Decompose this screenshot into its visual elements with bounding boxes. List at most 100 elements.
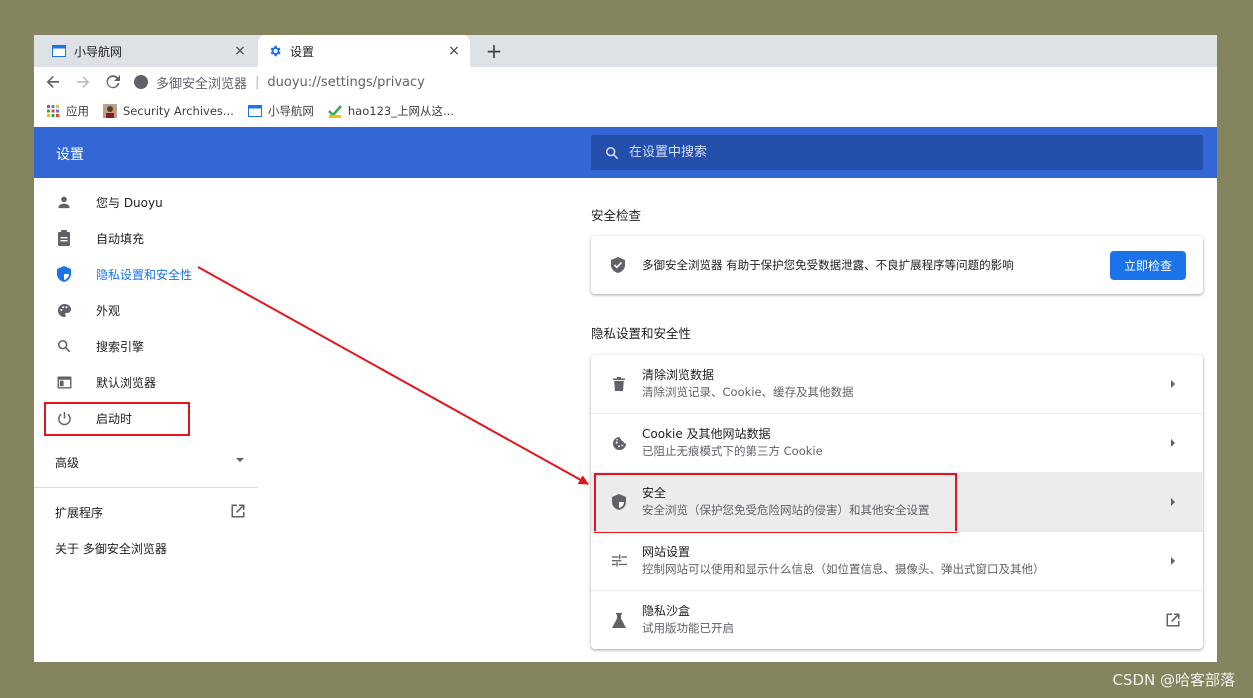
chevron-right-icon [1165,497,1181,507]
settings-search[interactable] [591,135,1203,170]
bookmark-apps[interactable]: 应用 [46,103,89,119]
row-title: Cookie 及其他网站数据 [642,427,771,441]
cookie-icon [611,435,627,451]
avatar-icon [103,104,117,118]
sidebar-item-label: 您与 Duoyu [96,195,163,210]
tab-settings[interactable]: 设置 × [258,35,470,67]
row-text: 隐私沙盒 试用版功能已开启 [642,603,1165,637]
row-clear-browsing-data[interactable]: 清除浏览数据 清除浏览记录、Cookie、缓存及其他数据 [591,355,1203,413]
address-bar[interactable]: 多御安全浏览器 | duoyu://settings/privacy [134,73,425,92]
watermark: CSDN @哈客部落 [1112,671,1235,689]
sidebar-item-label: 搜索引擎 [96,339,145,354]
sliders-icon [611,553,627,569]
browser-icon [56,374,72,390]
bookmark-hao123[interactable]: hao123_上网从这... [327,103,454,119]
safety-check-row: 多御安全浏览器 有助于保护您免受数据泄露、不良扩展程序等问题的影响 立即检查 [591,236,1203,294]
sidebar-item-default-browser[interactable]: 默认浏览器 [34,364,258,400]
sidebar-extensions-label: 扩展程序 [55,506,104,520]
settings-header: 设置 [34,127,1217,178]
flask-icon [611,612,627,628]
row-subtitle: 控制网站可以使用和显示什么信息（如位置信息、摄像头、弹出式窗口及其他） [642,562,1045,576]
caret-down-icon [235,454,245,471]
close-icon[interactable]: × [232,43,248,59]
row-text: 网站设置 控制网站可以使用和显示什么信息（如位置信息、摄像头、弹出式窗口及其他） [642,544,1165,578]
bookmark-label: Security Archives... [123,104,234,118]
safety-check-card: 多御安全浏览器 有助于保护您免受数据泄露、不良扩展程序等问题的影响 立即检查 [591,236,1203,294]
sidebar-item-label: 隐私设置和安全性 [96,267,193,282]
reload-icon[interactable] [102,71,124,93]
sidebar-divider [34,487,258,488]
sidebar-item-label: 默认浏览器 [96,375,157,390]
sidebar-item-you-and-duoyu[interactable]: 您与 Duoyu [34,184,258,220]
open-in-new-icon [231,504,245,521]
hao123-icon [327,104,342,118]
tab-label: 小导航网 [74,44,123,59]
page-title: 设置 [56,147,84,163]
browser-window: 小导航网 × 设置 × + 多御安全浏览器 | duoyu://settings… [34,35,1217,662]
chevron-right-icon [1165,438,1181,448]
bookmark-label: hao123_上网从这... [347,104,454,118]
privacy-section-title: 隐私设置和安全性 [591,326,692,341]
sidebar: 您与 Duoyu 自动填充 隐私设置和安全性 外观 搜索引擎 默认浏览器 启动时… [34,178,258,662]
chevron-right-icon [1165,556,1181,566]
tab-strip: 小导航网 × 设置 × + [34,35,1217,67]
search-icon [56,338,72,354]
row-text: 清除浏览数据 清除浏览记录、Cookie、缓存及其他数据 [642,367,1165,401]
page-icon [52,44,66,58]
row-title: 清除浏览数据 [642,368,715,382]
search-input[interactable] [627,144,1171,161]
row-subtitle: 清除浏览记录、Cookie、缓存及其他数据 [642,385,854,399]
row-subtitle: 已阻止无痕模式下的第三方 Cookie [642,444,823,458]
open-in-new-icon [1165,613,1181,627]
sidebar-advanced[interactable]: 高级 [55,454,245,471]
check-now-button[interactable]: 立即检查 [1110,250,1186,280]
row-site-settings[interactable]: 网站设置 控制网站可以使用和显示什么信息（如位置信息、摄像头、弹出式窗口及其他） [591,531,1203,590]
sidebar-item-appearance[interactable]: 外观 [34,292,258,328]
shield-icon [56,266,72,282]
sidebar-item-label: 外观 [96,303,121,318]
row-cookies[interactable]: Cookie 及其他网站数据 已阻止无痕模式下的第三方 Cookie [591,413,1203,472]
annotation-highlight-box [44,402,190,436]
row-title: 网站设置 [642,545,691,559]
tab-label: 设置 [290,44,315,59]
sidebar-item-privacy[interactable]: 隐私设置和安全性 [34,256,258,292]
privacy-card: 清除浏览数据 清除浏览记录、Cookie、缓存及其他数据 Cookie 及其他网… [591,355,1203,649]
sidebar-item-search-engine[interactable]: 搜索引擎 [34,328,258,364]
back-icon[interactable] [42,71,64,93]
sidebar-item-label: 自动填充 [96,231,145,246]
annotation-highlight-box [594,473,957,533]
page-icon [247,104,262,118]
palette-icon [56,302,72,318]
sidebar-item-autofill[interactable]: 自动填充 [34,220,258,256]
chevron-right-icon [1165,379,1181,389]
sidebar-extensions[interactable]: 扩展程序 [55,504,245,521]
toolbar: 多御安全浏览器 | duoyu://settings/privacy [34,67,1217,97]
clipboard-icon [56,230,72,246]
row-security[interactable]: 安全 安全浏览（保护您免受危险网站的侵害）和其他安全设置 [591,472,1203,533]
omnibox-separator: | [255,74,260,90]
row-text: Cookie 及其他网站数据 已阻止无痕模式下的第三方 Cookie [642,426,1165,460]
bookmarks-bar: 应用 Security Archives... 小导航网 hao123_上网从这… [34,97,1217,125]
site-info-icon[interactable] [134,75,148,89]
sidebar-advanced-label: 高级 [55,456,80,470]
bookmark-label: 应用 [66,104,89,118]
sidebar-about[interactable]: 关于 多御安全浏览器 [55,540,167,557]
site-name: 多御安全浏览器 [156,76,248,92]
tab-xiaodaohang[interactable]: 小导航网 × [42,35,256,67]
trash-icon [611,376,627,392]
safety-check-title: 安全检查 [591,208,642,223]
row-title: 隐私沙盒 [642,604,691,618]
bookmark-xiaodaohang[interactable]: 小导航网 [247,103,314,119]
row-privacy-sandbox[interactable]: 隐私沙盒 试用版功能已开启 [591,590,1203,649]
bookmark-label: 小导航网 [267,104,314,118]
search-icon [605,146,619,160]
bookmark-security-archives[interactable]: Security Archives... [103,104,234,118]
settings-main: 安全检查 多御安全浏览器 有助于保护您免受数据泄露、不良扩展程序等问题的影响 立… [591,178,1203,662]
forward-icon[interactable] [72,71,94,93]
close-icon[interactable]: × [446,43,462,59]
safety-check-text: 多御安全浏览器 有助于保护您免受数据泄露、不良扩展程序等问题的影响 [642,258,1014,272]
url-text[interactable]: duoyu://settings/privacy [267,75,424,90]
row-subtitle: 试用版功能已开启 [642,621,734,635]
new-tab-button[interactable]: + [482,39,506,63]
person-icon [56,194,72,210]
